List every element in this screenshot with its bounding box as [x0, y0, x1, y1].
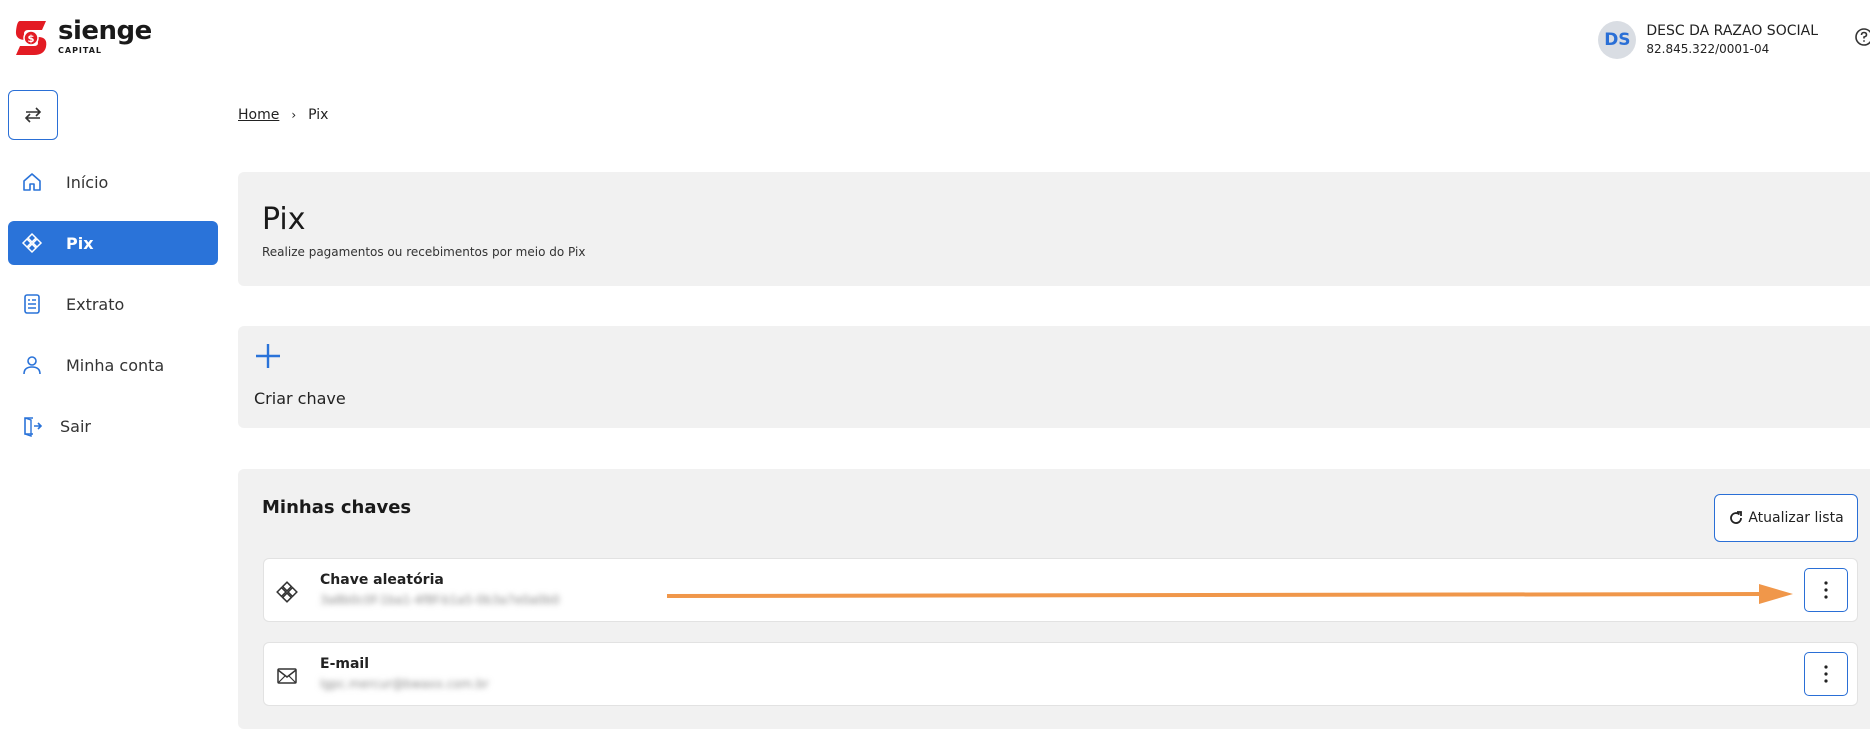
page-header: Pix Realize pagamentos ou recebimentos p… — [238, 172, 1870, 286]
brand-name: sienge — [58, 16, 152, 46]
annotation-arrow-icon — [666, 584, 1793, 604]
more-vertical-icon — [1824, 665, 1828, 683]
pix-icon — [274, 579, 300, 605]
sidebar-item-minha-conta[interactable]: Minha conta — [8, 343, 218, 387]
brand-logo[interactable]: $ sienge CAPITAL — [12, 18, 152, 58]
switch-account-button[interactable] — [8, 90, 58, 140]
user-document: 82.845.322/0001-04 — [1646, 42, 1770, 56]
user-name: DESC DA RAZAO SOCIAL — [1646, 23, 1818, 39]
pix-icon — [20, 231, 44, 255]
more-vertical-icon — [1824, 581, 1828, 599]
page-title: Pix — [262, 202, 306, 237]
sidebar-nav: Início Pix Extrato Minha conta Sair — [8, 160, 218, 465]
key-options-button[interactable] — [1804, 568, 1848, 612]
swap-arrows-icon — [24, 107, 42, 123]
key-options-button[interactable] — [1804, 652, 1848, 696]
svg-text:$: $ — [28, 34, 35, 45]
sidebar-item-extrato[interactable]: Extrato — [8, 282, 218, 326]
refresh-list-button[interactable]: Atualizar lista — [1714, 494, 1858, 542]
sidebar-item-label: Sair — [60, 416, 91, 436]
breadcrumb-separator: › — [291, 108, 297, 122]
create-key-card[interactable]: Criar chave — [238, 326, 1870, 428]
sidebar-item-pix[interactable]: Pix — [8, 221, 218, 265]
sidebar-item-label: Pix — [66, 233, 94, 253]
page-subtitle: Realize pagamentos ou recebimentos por m… — [262, 245, 586, 259]
help-icon[interactable] — [1852, 26, 1870, 50]
sidebar-item-sair[interactable]: Sair — [8, 404, 218, 448]
statement-icon — [20, 292, 44, 316]
home-icon — [20, 170, 44, 194]
key-type: E-mail — [320, 656, 370, 672]
refresh-icon — [1730, 511, 1743, 524]
create-key-label: Criar chave — [254, 389, 346, 408]
key-type: Chave aleatória — [320, 572, 444, 588]
sidebar-item-inicio[interactable]: Início — [8, 160, 218, 204]
user-account[interactable]: DS DESC DA RAZAO SOCIAL 82.845.322/0001-… — [1598, 21, 1818, 59]
sidebar-item-label: Extrato — [66, 294, 125, 314]
refresh-list-label: Atualizar lista — [1748, 510, 1844, 526]
key-value: lgpc.mercur@bwaxx.com.br — [320, 677, 489, 691]
avatar: DS — [1598, 21, 1637, 59]
key-value: 3a8b0c0f-1ba1-4f8f-b1a5-0b3a7e0a0b0 — [320, 593, 560, 607]
sidebar-item-label: Início — [66, 172, 109, 192]
breadcrumb: Home › Pix — [238, 107, 328, 123]
logout-icon — [20, 414, 44, 438]
brand-sub: CAPITAL — [58, 46, 103, 55]
section-title: Minhas chaves — [262, 497, 412, 518]
plus-icon — [256, 344, 280, 368]
breadcrumb-current: Pix — [308, 107, 329, 123]
user-icon — [20, 353, 44, 377]
sidebar-item-label: Minha conta — [66, 355, 165, 375]
breadcrumb-home-link[interactable]: Home — [238, 107, 279, 123]
key-row: E-mail lgpc.mercur@bwaxx.com.br — [263, 642, 1858, 706]
sienge-logo-icon: $ — [15, 21, 47, 55]
email-icon — [274, 663, 300, 689]
